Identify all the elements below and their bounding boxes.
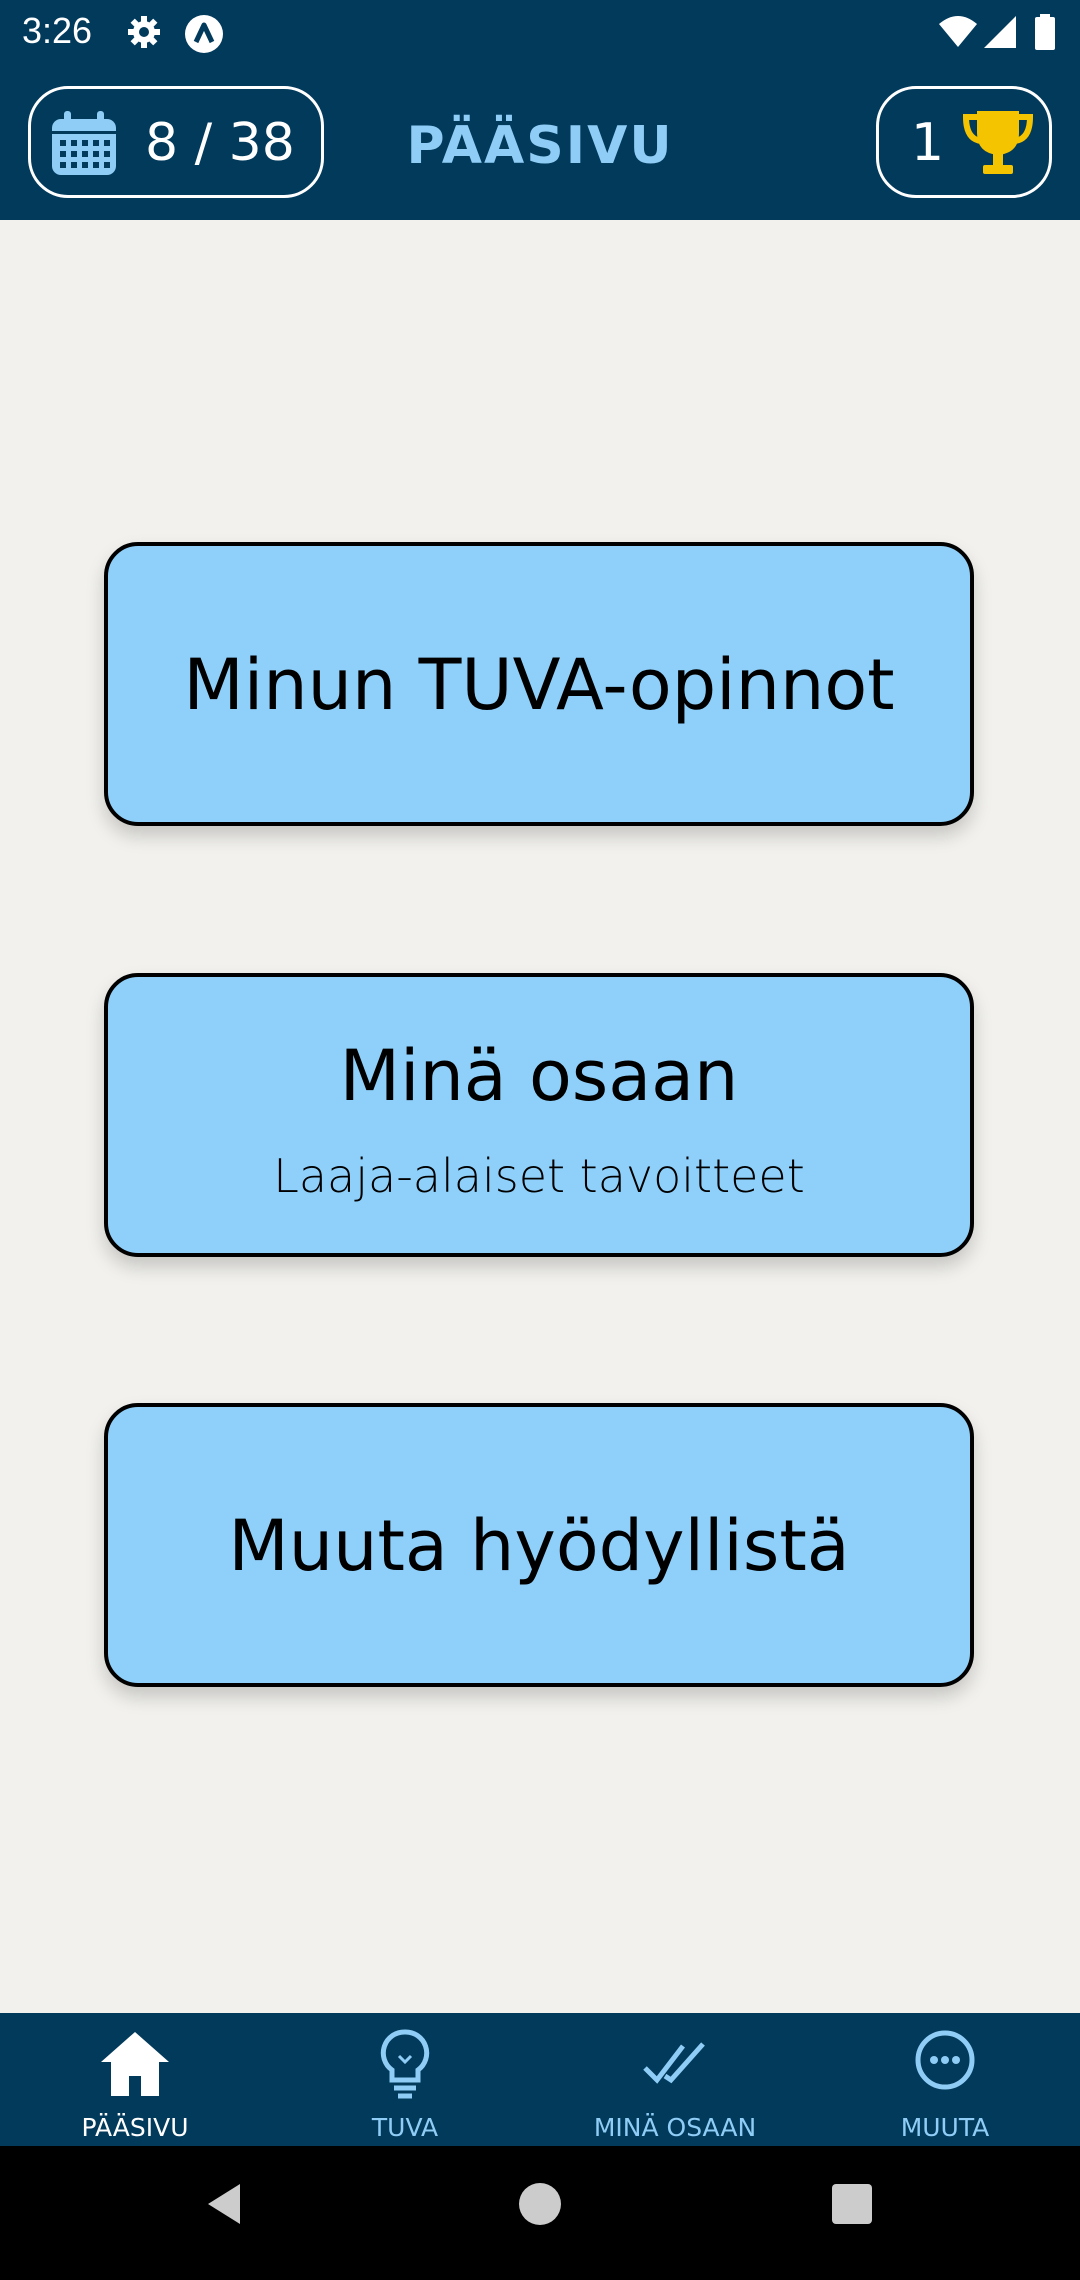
lightbulb-icon (365, 2026, 445, 2106)
day-counter-text: 8 / 38 (145, 113, 295, 173)
nav-label: TUVA (371, 2113, 439, 2142)
menu-card-mina-osaan[interactable]: Minä osaan Laaja-alaiset tavoitteet (104, 973, 974, 1257)
day-counter-badge[interactable]: 8 / 38 (28, 86, 324, 198)
bottom-navigation: PÄÄSIVU TUVA MINÄ OSAAN MUUTA (0, 2013, 1080, 2146)
app-notification-icon (184, 14, 224, 58)
battery-icon (1034, 14, 1056, 54)
home-circle-icon[interactable] (516, 2180, 564, 2232)
nav-label: MINÄ OSAAN (593, 2113, 757, 2142)
recents-square-icon[interactable] (828, 2180, 876, 2232)
menu-card-label: Minä osaan (339, 1035, 739, 1117)
more-circle-icon (905, 2026, 985, 2106)
system-navigation-bar (0, 2146, 1080, 2280)
nav-item-muuta[interactable]: MUUTA (810, 2013, 1080, 2146)
trophy-icon (962, 107, 1034, 183)
page-title: PÄÄSIVU (406, 116, 674, 176)
menu-card-label: Muuta hyödyllistä (228, 1505, 850, 1587)
menu-card-label: Minun TUVA-opinnot (183, 644, 895, 726)
nav-label: MUUTA (900, 2113, 990, 2142)
menu-card-sublabel: Laaja-alaiset tavoitteet (273, 1149, 805, 1203)
menu-card-tuva-opinnot[interactable]: Minun TUVA-opinnot (104, 542, 974, 826)
status-time: 3:26 (22, 10, 93, 51)
nav-item-tuva[interactable]: TUVA (270, 2013, 540, 2146)
trophy-count: 1 (911, 113, 945, 173)
nav-item-paasivu[interactable]: PÄÄSIVU (0, 2013, 270, 2146)
status-bar: 3:26 (0, 0, 1080, 64)
menu-card-muuta-hyodyllista[interactable]: Muuta hyödyllistä (104, 1403, 974, 1687)
gear-icon (126, 14, 162, 54)
home-icon (95, 2026, 175, 2106)
cellular-signal-icon (982, 14, 1018, 54)
nav-label: PÄÄSIVU (81, 2113, 189, 2142)
double-check-icon (635, 2026, 715, 2106)
app-header: 8 / 38 PÄÄSIVU 1 (0, 64, 1080, 220)
calendar-icon (49, 111, 119, 181)
back-icon[interactable] (200, 2180, 248, 2232)
trophy-counter-badge[interactable]: 1 (876, 86, 1052, 198)
nav-item-mina-osaan[interactable]: MINÄ OSAAN (540, 2013, 810, 2146)
wifi-icon (938, 14, 978, 54)
